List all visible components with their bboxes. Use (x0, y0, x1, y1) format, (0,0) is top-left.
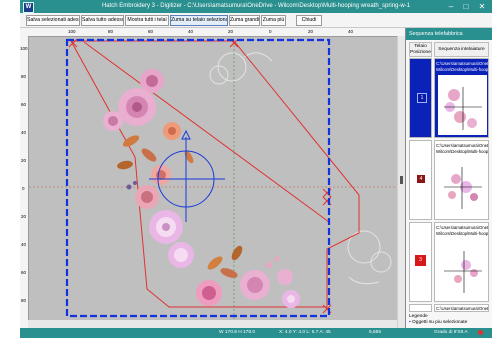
close-button[interactable]: ✕ (475, 0, 489, 13)
hoop-number-badge: 3 (415, 255, 426, 266)
scroll-grip[interactable] (400, 176, 403, 184)
hoop-file-path: Wilcom\Desktop\Multi-hoopin (436, 230, 488, 236)
legend-item: ▪ Oggetti su piu selezionate (409, 320, 467, 326)
hoop-thumbnail (438, 75, 487, 135)
hoop-thumbnail (438, 239, 487, 299)
ruler-label: 60 (21, 102, 27, 107)
ruler-label: 100 (20, 46, 28, 51)
zoom-selected-hoop-button[interactable]: Zuma su telaio selezionato (170, 15, 228, 26)
ruler-label: 20 (308, 29, 314, 34)
zoom-large-button[interactable]: Zuma grandi (229, 15, 260, 26)
ruler-label: 80 (21, 74, 27, 79)
hoop-file-path: C:\Users\amatsumura\OneDr (436, 306, 488, 311)
status-coordinates: X: 4.0 Y: 4.0 L: 5.7 A: 45 (279, 330, 331, 335)
zoom-in-button[interactable]: Zuma più (261, 15, 286, 26)
application-window: W Hatch Embroidery 3 - Digitizer - C:\Us… (20, 0, 492, 338)
ruler-label: 20 (21, 214, 27, 219)
hoop-file-path: Wilcom\Desktop\Multi-hoopin (436, 148, 488, 154)
ruler-label: 60 (148, 29, 154, 34)
legend-item-label: Oggetti su piu selezionate (412, 320, 468, 325)
hoop-sequence-item[interactable]: C:\Users\amatsumura\OneDr Wilcom\Desktop… (434, 58, 489, 138)
save-selected-button[interactable]: Salva selezionati adesso (26, 15, 80, 26)
column-header-sequence: Sequenza intelaiature (434, 42, 489, 57)
status-size: W 170.8 H 178.0 (219, 330, 255, 335)
column-header-position: Telaio Posizione (409, 42, 432, 57)
embroidery-design-view[interactable] (29, 37, 397, 320)
ruler-label: 40 (188, 29, 194, 34)
ruler-label: 0 (269, 29, 272, 34)
hoop-number-badge: 1 (417, 93, 427, 103)
horizontal-scrollbar[interactable] (28, 320, 397, 328)
hooping-sequence-panel: Sequenza telefabbrica Telaio Posizione S… (405, 28, 492, 328)
horizontal-ruler: 100 80 60 40 20 0 20 40 (20, 28, 405, 37)
minimize-button[interactable]: – (444, 0, 458, 13)
close-dialog-button[interactable]: Chiudi (296, 15, 322, 26)
hoop-position-cell[interactable]: 3 (409, 222, 432, 302)
hoop-file-path: Wilcom\Desktop\Multi-hoopin (436, 66, 488, 72)
maximize-button[interactable]: □ (459, 0, 473, 13)
vertical-ruler: 100 80 60 40 20 0 20 40 60 80 (20, 36, 29, 328)
title-bar: W Hatch Embroidery 3 - Digitizer - C:\Us… (20, 0, 492, 13)
ruler-label: 40 (348, 29, 354, 34)
hoop-position-cell[interactable] (409, 304, 432, 312)
panel-title: Sequenza telefabbrica (406, 28, 492, 40)
window-title: Hatch Embroidery 3 - Digitizer - C:\User… (101, 3, 411, 9)
hoop-file-path: C:\Users\amatsumura\OneDr (436, 61, 488, 66)
toolbar: Salva selezionati adesso Salva tutto ade… (20, 13, 492, 28)
hoop-file-path: C:\Users\amatsumura\OneDr (436, 143, 488, 148)
hoop-file-path: C:\Users\amatsumura\OneDr (436, 225, 488, 230)
hoop-sequence-item[interactable]: C:\Users\amatsumura\OneDr (434, 304, 489, 312)
status-hoop: Grado di 8'X8.A (434, 330, 468, 335)
hoop-position-cell[interactable]: 1 (409, 58, 432, 138)
hoop-sequence-item[interactable]: C:\Users\amatsumura\OneDr Wilcom\Desktop… (434, 222, 489, 302)
legend: Legende ▪ Oggetti su piu selezionate (409, 314, 467, 326)
hoop-position-cell[interactable]: 4 (409, 140, 432, 220)
ruler-label: 40 (21, 242, 27, 247)
ruler-label: 20 (21, 158, 27, 163)
save-all-button[interactable]: Salva tutto adesso (81, 15, 124, 26)
ruler-label: 80 (21, 298, 27, 303)
hoop-sequence-item[interactable]: C:\Users\amatsumura\OneDr Wilcom\Desktop… (434, 140, 489, 220)
ruler-label: 0 (22, 186, 25, 191)
ruler-label: 60 (21, 270, 27, 275)
status-indicator-icon (478, 330, 483, 335)
ruler-label: 40 (21, 130, 27, 135)
show-all-hoops-button[interactable]: Mostra tutti i telai (125, 15, 169, 26)
ruler-label: 20 (228, 29, 234, 34)
status-bar: W 170.8 H 178.0 X: 4.0 Y: 4.0 L: 5.7 A: … (20, 328, 492, 338)
design-canvas[interactable]: 100 80 60 40 20 0 20 40 100 80 60 40 20 … (20, 28, 406, 328)
hoop-number-badge: 4 (417, 175, 425, 183)
hoop-thumbnail (438, 157, 487, 217)
ruler-label: 80 (108, 29, 114, 34)
status-stitch-count: 5,665 (369, 330, 382, 335)
ruler-label: 100 (68, 29, 76, 34)
